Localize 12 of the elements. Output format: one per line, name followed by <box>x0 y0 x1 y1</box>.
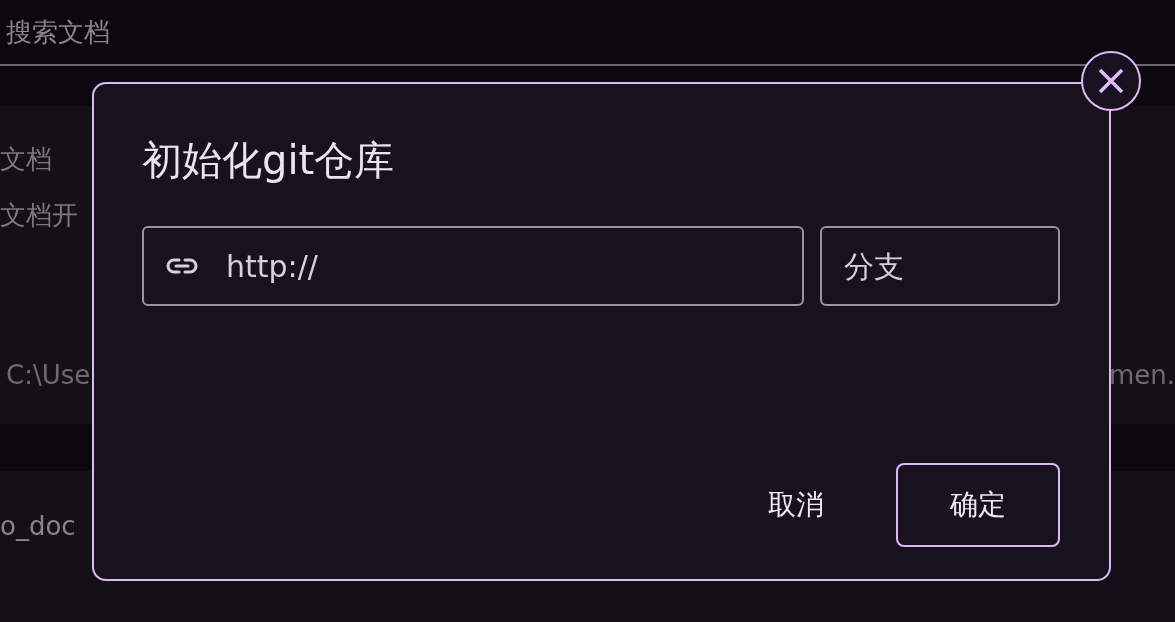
url-input[interactable]: http:// <box>226 243 802 289</box>
dialog-title: 初始化git仓库 <box>142 136 396 184</box>
search-field[interactable]: 搜索文档 <box>6 12 306 52</box>
repository-name[interactable]: o_doc <box>0 511 76 541</box>
link-icon <box>166 257 198 275</box>
cancel-button[interactable]: 取消 <box>732 463 860 547</box>
path-text: C:\Use <box>6 359 91 392</box>
branch-field[interactable]: 分支 <box>820 226 1060 306</box>
path-text: men. <box>1108 359 1175 392</box>
url-field[interactable]: http:// <box>142 226 804 306</box>
close-icon <box>1097 67 1125 95</box>
confirm-button[interactable]: 确定 <box>896 463 1060 547</box>
